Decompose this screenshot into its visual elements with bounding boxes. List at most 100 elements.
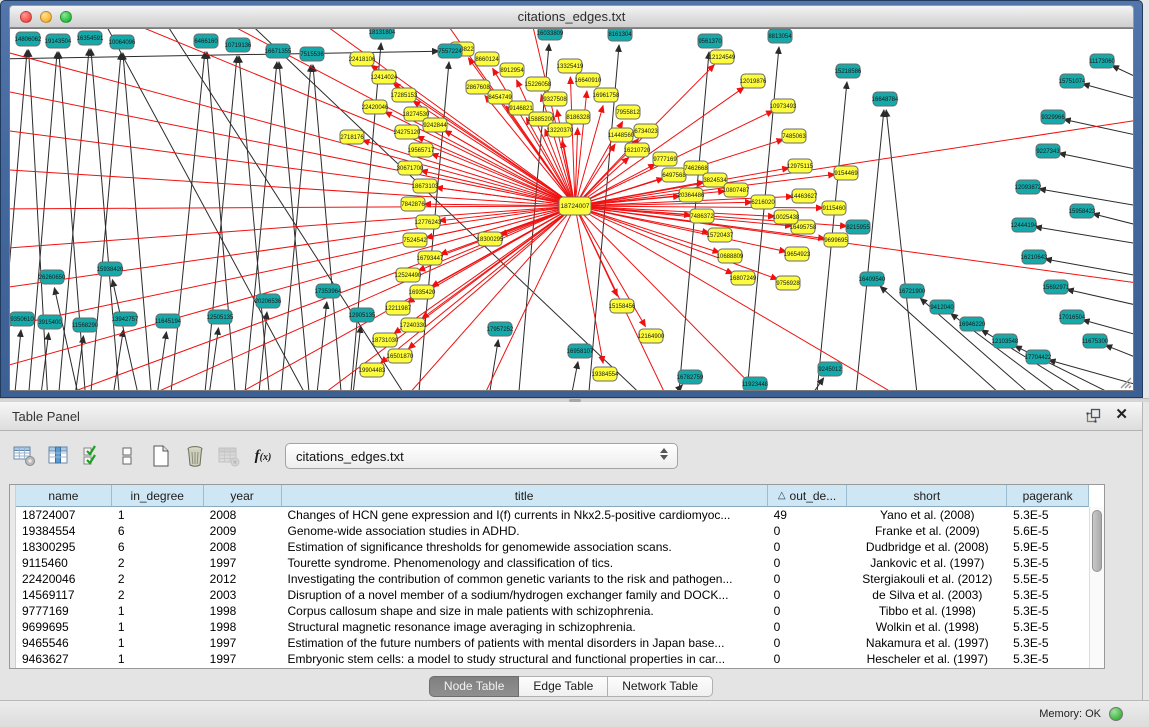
column-header-in_degree[interactable]: in_degree [112,485,204,507]
graph-node[interactable]: 15751074 [1059,74,1086,88]
graph-node[interactable]: 16935420 [409,285,436,299]
tab-edge-table[interactable]: Edge Table [519,676,608,697]
graph-node[interactable]: 19143504 [45,34,72,48]
graph-node[interactable]: 2867608 [466,80,490,94]
table-scrollbar-thumb[interactable] [1092,510,1102,572]
graph-node[interactable]: 13325419 [557,59,584,73]
graph-node[interactable]: 9777169 [653,152,677,166]
table-row[interactable]: 946554611997Estimation of the future num… [16,635,1089,651]
graph-node[interactable]: 16961758 [593,88,620,102]
graph-node[interactable]: 2718176 [340,130,364,144]
network-canvas[interactable]: 1872400722418106124140241728515318274530… [9,28,1134,391]
graph-node[interactable]: 30671700 [397,161,424,175]
graph-node[interactable]: 15720437 [707,228,734,242]
graph-node[interactable]: 6466160 [194,34,218,48]
graph-node[interactable]: 19654923 [784,247,811,261]
graph-node[interactable]: 9699695 [824,233,848,247]
graph-node[interactable]: 12905135 [349,308,376,322]
graph-node[interactable]: 16409540 [859,272,886,286]
graph-node[interactable]: 11645194 [155,314,182,328]
graph-node[interactable]: 17285153 [391,88,418,102]
graph-node[interactable]: 12776243 [415,215,442,229]
memory-status-indicator[interactable] [1109,707,1123,721]
graph-node[interactable]: 18731030 [372,333,399,347]
graph-node[interactable]: 26260650 [39,270,66,284]
table-row[interactable]: 946362711997Embryonic stem cells: a mode… [16,651,1089,667]
graph-node[interactable]: 12414024 [371,70,398,84]
minimize-window-icon[interactable] [40,11,52,23]
graph-node[interactable]: 9227343 [1036,144,1060,158]
close-window-icon[interactable] [20,11,32,23]
graph-node[interactable]: 12211987 [385,301,412,315]
graph-node[interactable]: 17957252 [487,322,514,336]
graph-node[interactable]: 13220370 [547,123,574,137]
graph-node[interactable]: 16793447 [417,251,444,265]
graph-node[interactable]: 9561370 [698,34,722,48]
graph-node[interactable]: 12093872 [1015,180,1042,194]
float-window-icon[interactable] [1086,408,1101,423]
graph-node[interactable]: 10025438 [773,210,800,224]
graph-node[interactable]: 9245012 [818,362,842,376]
graph-node[interactable]: 20206536 [255,294,282,308]
graph-node[interactable]: 10719136 [225,38,252,52]
graph-node[interactable]: 15218586 [835,64,862,78]
graph-node[interactable]: 12164900 [638,329,665,343]
graph-node[interactable]: 13942757 [112,312,139,326]
graph-node[interactable]: 9329966 [1041,110,1065,124]
graph-node[interactable]: 12975115 [787,159,814,173]
graph-node[interactable]: 6734023 [634,124,658,138]
graph-node[interactable]: 7486372 [690,209,714,223]
column-validate-icon[interactable] [80,443,106,469]
graph-node[interactable]: 16210643 [1021,250,1048,264]
graph-node[interactable]: 17240330 [400,318,427,332]
table-row[interactable]: 1872400712008Changes of HCN gene express… [16,507,1089,523]
show-columns-icon[interactable] [46,443,72,469]
graph-node[interactable]: 8454749 [488,90,512,104]
table-row[interactable]: 969969511998Structural magnetic resonanc… [16,619,1089,635]
graph-node[interactable]: 18673103 [412,179,439,193]
graph-node[interactable]: 8215955 [846,220,870,234]
delete-column-icon[interactable] [182,443,208,469]
graph-node[interactable]: 16958107 [567,344,594,358]
graph-node[interactable]: 16782759 [677,370,704,384]
graph-node[interactable]: 9327508 [543,92,567,106]
graph-node[interactable]: 16721900 [899,284,926,298]
graph-node[interactable]: 9154469 [834,166,858,180]
function-builder-icon[interactable]: f(x) [250,443,276,469]
graph-node[interactable]: 12103548 [992,334,1019,348]
graph-node[interactable]: 7524542 [403,233,427,247]
graph-node[interactable]: 16946220 [959,317,986,331]
graph-node[interactable]: 6497568 [662,168,686,182]
graph-node[interactable]: 11568290 [72,318,99,332]
graph-node[interactable]: 10973493 [770,99,797,113]
graph-node[interactable]: 10064096 [109,35,136,49]
graph-node[interactable]: 9756928 [776,276,800,290]
graph-node[interactable]: 15692971 [1043,280,1070,294]
table-selector-dropdown[interactable]: citations_edges.txt [285,443,678,469]
graph-node[interactable]: 11923448 [742,377,769,391]
graph-node[interactable]: 18724007 [559,197,591,215]
column-header-short[interactable]: short [847,485,1007,507]
table-row[interactable]: 1938455462009Genome-wide association stu… [16,523,1089,539]
graph-node[interactable]: 10807487 [723,183,750,197]
create-column-icon[interactable] [148,443,174,469]
graph-node[interactable]: 7955812 [616,105,640,119]
graph-node[interactable]: 8186328 [566,110,590,124]
graph-node[interactable]: 19904483 [359,363,386,377]
graph-node[interactable]: 17016504 [1059,310,1086,324]
table-row[interactable]: 1830029562008Estimation of significance … [16,539,1089,555]
graph-node[interactable]: 7515536 [300,47,324,61]
graph-node[interactable]: 18131804 [369,29,396,39]
graph-node[interactable]: 12524490 [395,268,422,282]
graph-node[interactable]: 16807249 [730,271,757,285]
graph-node[interactable]: 12019876 [740,74,767,88]
graph-node[interactable]: 19565717 [408,143,435,157]
table-row[interactable]: 1456911722003Disruption of a novel membe… [16,587,1089,603]
table-scrollbar[interactable] [1089,507,1104,668]
graph-node[interactable]: 17353964 [315,284,342,298]
graph-node[interactable]: 12505135 [207,310,234,324]
graph-node[interactable]: 15226058 [525,77,552,91]
window-titlebar[interactable]: citations_edges.txt [9,5,1134,28]
graph-node[interactable]: 9242844 [423,118,447,132]
graph-node[interactable]: 24275120 [394,125,421,139]
